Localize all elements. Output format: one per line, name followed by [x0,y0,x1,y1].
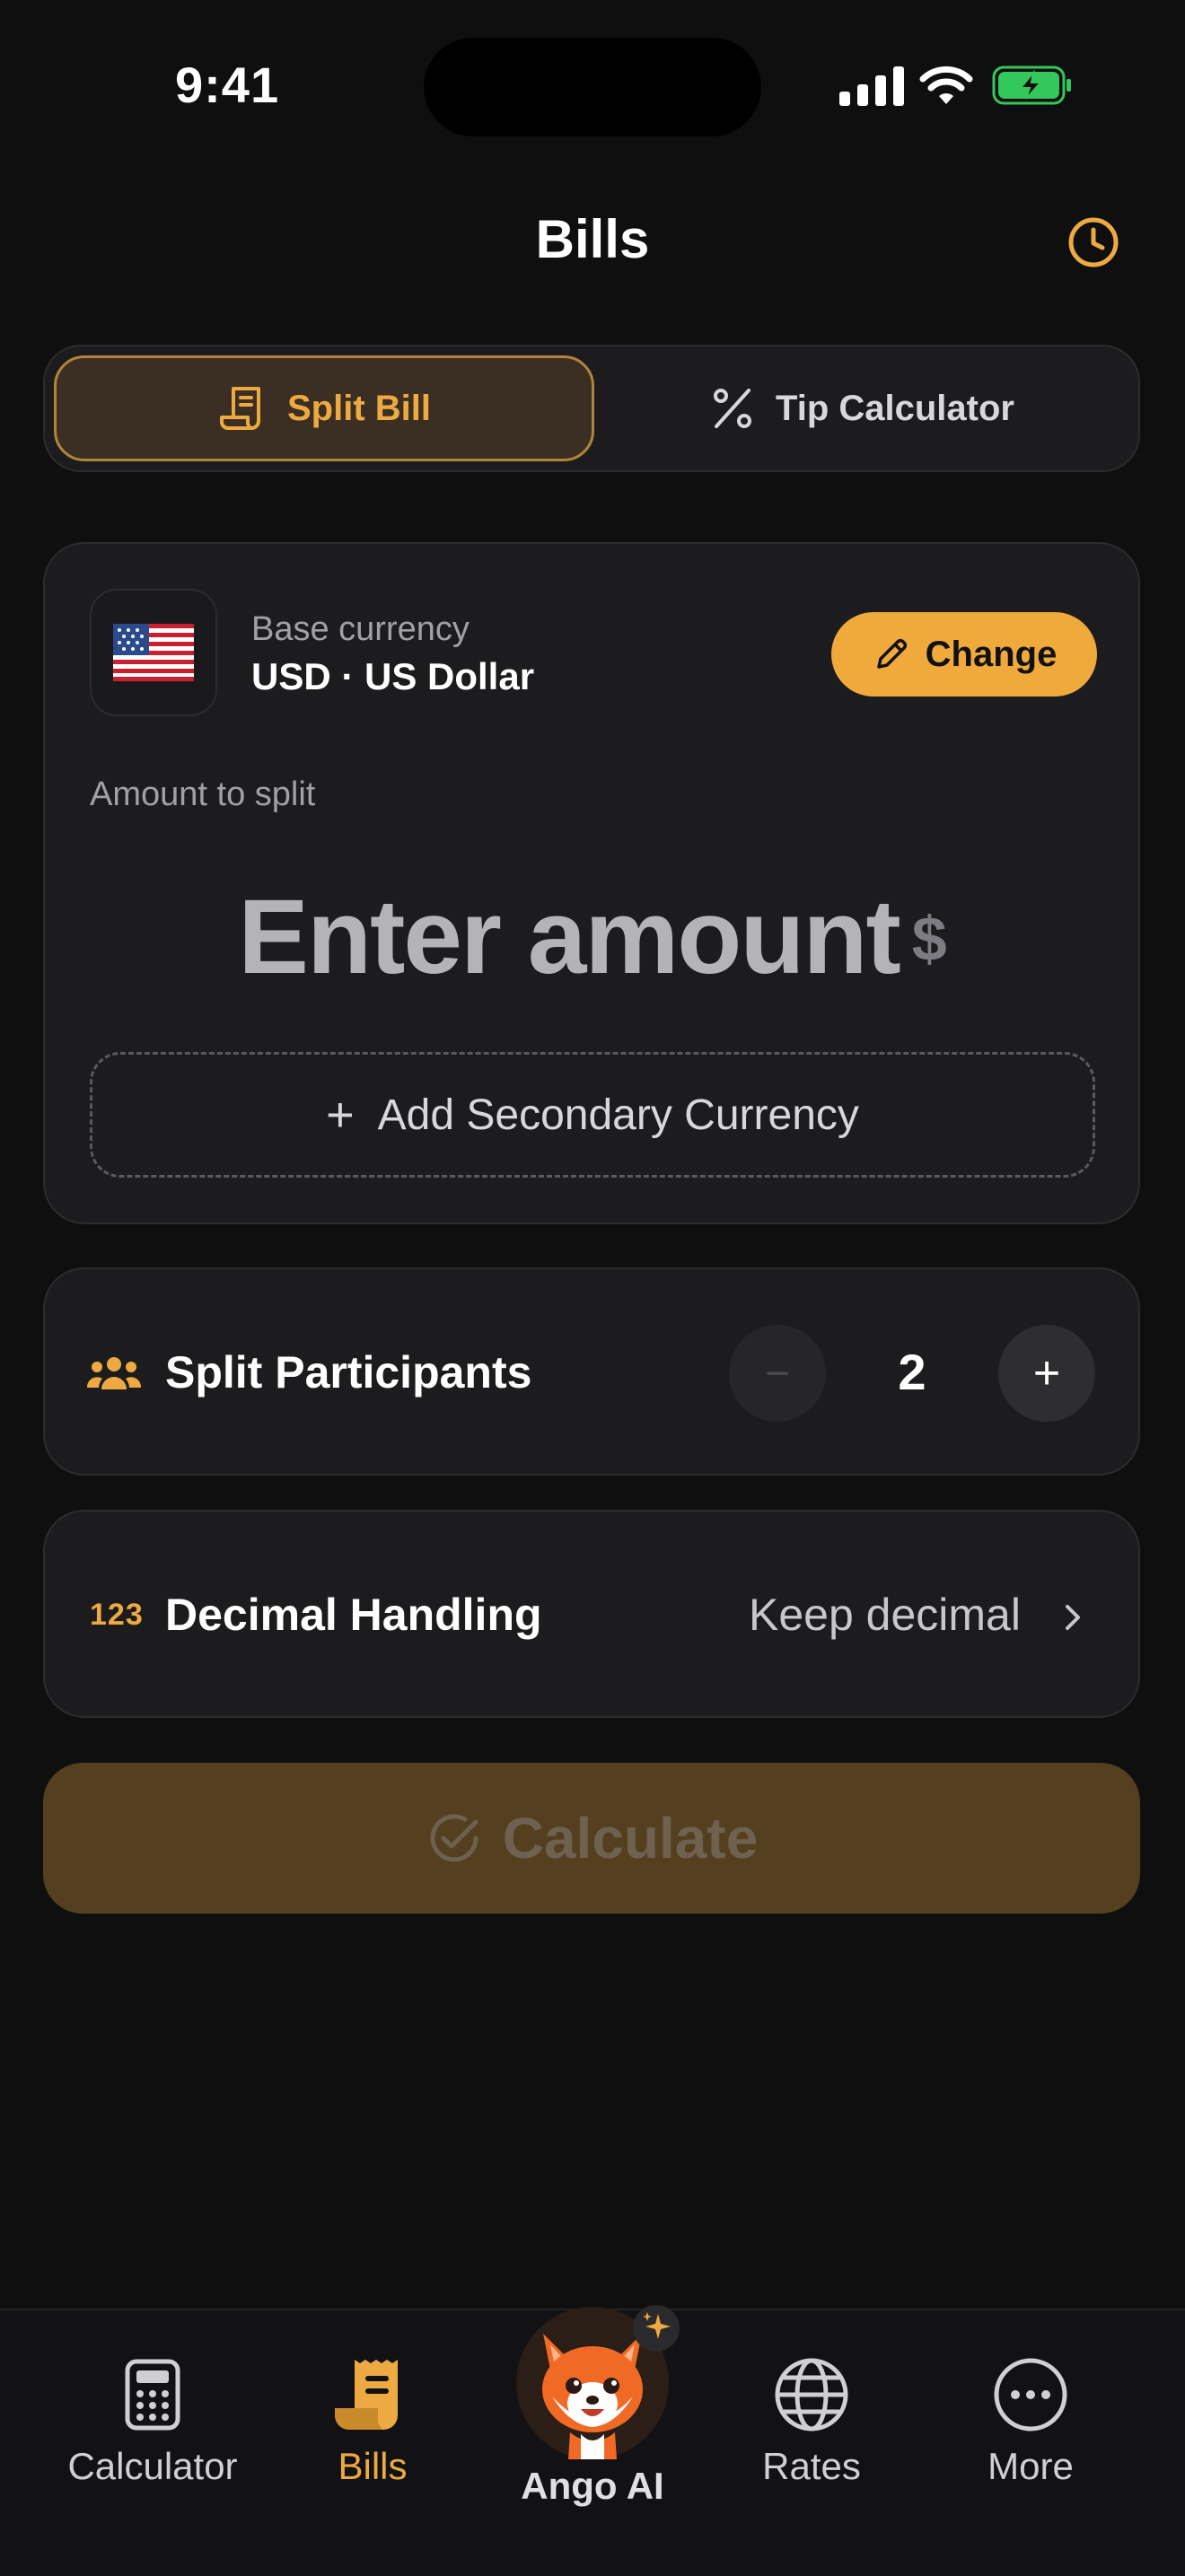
change-button-label: Change [925,634,1058,674]
tab-split-bill-label: Split Bill [287,388,431,428]
page-title: Bills [535,209,650,269]
receipt-icon [220,387,260,430]
chevron-right-icon [1066,1605,1080,1630]
base-currency-label: Base currency [251,610,470,648]
tab-bills[interactable]: Bills [265,2352,480,2488]
amount-placeholder: Enter amount [238,878,900,996]
tab-rates[interactable]: Rates [704,2352,919,2488]
number-123-icon: 123 [90,1598,144,1632]
amount-label: Amount to split [90,775,316,813]
wifi-icon [919,66,973,104]
amount-currency-symbol: $ [911,904,947,974]
tab-ango-ai-label: Ango AI [521,2465,664,2507]
tab-tip-calculator-label: Tip Calculator [776,388,1014,428]
us-flag-icon [113,624,194,681]
tab-tip-calculator[interactable]: Tip Calculator [594,355,1129,461]
decrease-participants-button[interactable]: − [729,1325,826,1422]
tab-more[interactable]: More [923,2352,1138,2488]
participants-count: 2 [898,1344,926,1400]
battery-charging-icon [992,66,1071,105]
decimal-handling-label: Decimal Handling [165,1590,542,1640]
participants-label: Split Participants [165,1347,532,1398]
increase-participants-button[interactable]: + [998,1325,1095,1422]
calculate-button[interactable]: Calculate [43,1763,1140,1914]
tab-ango-ai[interactable]: Ango AI [485,2305,700,2508]
add-secondary-currency-button[interactable]: + Add Secondary Currency [90,1052,1095,1178]
base-currency-value: USD · US Dollar [251,655,535,697]
pencil-icon [876,638,907,669]
receipt-icon [335,2360,398,2430]
check-circle-icon [430,1814,478,1862]
currency-flag[interactable] [90,589,217,716]
percent-icon [714,389,751,428]
cellular-signal-icon [839,65,904,106]
decimal-handling-value: Keep decimal [749,1590,1021,1640]
tab-more-label: More [988,2445,1074,2487]
tab-bills-label: Bills [338,2445,408,2487]
globe-icon [775,2358,848,2431]
plus-icon: + [326,1088,355,1142]
calculate-label: Calculate [502,1806,759,1871]
dynamic-island [424,38,761,136]
add-secondary-currency-label: Add Secondary Currency [377,1091,859,1139]
more-ellipsis-icon [994,2358,1067,2431]
amount-input[interactable]: Enter amount $ [0,876,1185,998]
tab-rates-label: Rates [762,2445,861,2487]
status-time: 9:41 [175,57,280,113]
change-currency-button[interactable]: Change [831,612,1097,697]
minus-icon: − [764,1349,791,1398]
sparkle-icon [633,2305,680,2352]
history-clock-icon[interactable] [1066,215,1120,269]
tab-split-bill[interactable]: Split Bill [54,355,594,461]
calculator-icon [125,2359,180,2431]
people-group-icon [86,1357,142,1389]
ango-ai-avatar [516,2305,680,2459]
tab-calculator-label: Calculator [67,2445,238,2487]
plus-icon: + [1032,1347,1061,1399]
tab-calculator[interactable]: Calculator [45,2352,260,2488]
